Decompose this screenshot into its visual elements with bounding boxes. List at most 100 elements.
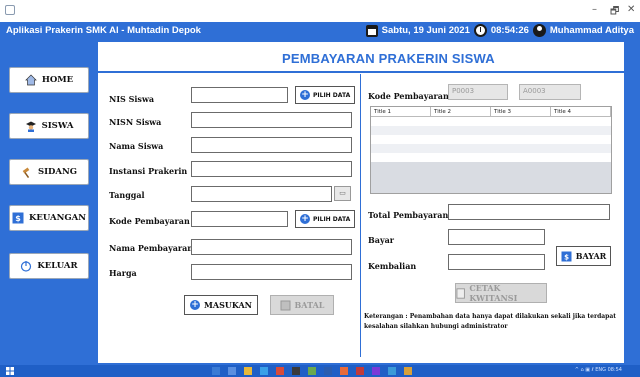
taskbar: ^ ⌂ ▣ ℓ ENG 08:54 — [0, 365, 640, 377]
folder-icon[interactable] — [244, 367, 252, 375]
app-icon-5[interactable] — [340, 367, 348, 375]
plus-icon: + — [300, 90, 310, 100]
app-icon-7[interactable] — [372, 367, 380, 375]
nama-siswa-input[interactable] — [191, 137, 352, 153]
money-icon: $ — [12, 212, 24, 224]
nis-input[interactable] — [191, 87, 288, 103]
plus-icon: + — [190, 300, 201, 310]
document-icon — [456, 287, 465, 299]
table-row[interactable] — [371, 117, 611, 126]
table-row[interactable] — [371, 144, 611, 153]
app-icon-9[interactable] — [404, 367, 412, 375]
app-icon-4[interactable] — [324, 367, 332, 375]
time-text: 08:54:26 — [490, 25, 529, 36]
kembalian-input[interactable] — [448, 254, 545, 270]
user-icon — [532, 24, 546, 37]
table-row[interactable] — [371, 153, 611, 162]
table-row[interactable] — [371, 126, 611, 135]
pilih-data-label: PILIH DATA — [313, 215, 351, 223]
title-divider — [98, 71, 624, 73]
bayar-button[interactable]: $ BAYAR — [556, 246, 611, 266]
nama-pembayaran-input[interactable] — [191, 239, 352, 255]
pilih-data-siswa-button[interactable]: + PILIH DATA — [295, 86, 356, 104]
app-icon-8[interactable] — [388, 367, 396, 375]
kode-pembayaran-right-label: Kode Pembayaran — [368, 91, 449, 101]
date-picker-button[interactable]: ▭ — [334, 186, 351, 201]
tanggal-input[interactable] — [191, 186, 332, 202]
kode-pembayaran-label: Kode Pembayaran — [109, 216, 190, 226]
nav-sidang-label: SIDANG — [37, 167, 78, 177]
batal-button[interactable]: BATAL — [270, 295, 334, 315]
harga-input[interactable] — [191, 264, 352, 280]
column-header: Title 2 — [431, 107, 491, 116]
app-icon-6[interactable] — [356, 367, 364, 375]
instansi-label: Instansi Prakerin — [109, 166, 188, 176]
nav-keluar-label: KELUAR — [37, 261, 78, 271]
bayar-label: Bayar — [368, 235, 394, 245]
cancel-icon — [280, 300, 291, 310]
user-name: Muhammad Aditya — [549, 25, 634, 36]
page-title: PEMBAYARAN PRAKERIN SISWA — [282, 51, 495, 66]
app-icon-3[interactable] — [308, 367, 316, 375]
instansi-input[interactable] — [191, 161, 352, 177]
app-icon — [5, 5, 15, 15]
nama-siswa-label: Nama Siswa — [109, 141, 164, 151]
home-icon — [24, 74, 37, 86]
bayar-button-label: BAYAR — [575, 251, 607, 261]
window-titlebar: – 🗗 ✕ — [0, 0, 640, 22]
harga-label: Harga — [109, 268, 137, 278]
nav-keuangan-label: KEUANGAN — [28, 213, 86, 223]
masukan-button[interactable]: + MASUKAN — [184, 295, 258, 315]
pilih-data-label: PILIH DATA — [313, 91, 351, 99]
svg-text:$: $ — [15, 214, 21, 223]
nav-home-button[interactable]: HOME — [9, 67, 89, 93]
cetak-kwitansi-label: CETAK KWITANSI — [469, 283, 518, 303]
maximize-button[interactable]: 🗗 — [610, 4, 619, 21]
nisn-input[interactable] — [191, 112, 352, 128]
app-title: Aplikasi Prakerin SMK Al - Muhtadin Depo… — [6, 25, 201, 36]
nisn-label: NISN Siswa — [109, 117, 162, 127]
search-icon[interactable] — [212, 367, 220, 375]
nav-siswa-button[interactable]: SISWA — [9, 113, 89, 139]
right-accent-strip — [626, 40, 640, 365]
kembalian-label: Kembalian — [368, 261, 417, 271]
cetak-kwitansi-button[interactable]: CETAK KWITANSI — [455, 283, 547, 303]
task-view-icon[interactable] — [228, 367, 236, 375]
table-row[interactable] — [371, 135, 611, 144]
nav-keuangan-button[interactable]: $ KEUANGAN — [9, 205, 89, 231]
nav-keluar-button[interactable]: KELUAR — [9, 253, 89, 279]
column-header: Title 3 — [491, 107, 551, 116]
bayar-input[interactable] — [448, 229, 545, 245]
payment-table[interactable]: Title 1 Title 2 Title 3 Title 4 — [370, 106, 612, 194]
tanggal-label: Tanggal — [109, 190, 145, 200]
batal-label: BATAL — [294, 300, 325, 310]
pilih-data-pembayaran-button[interactable]: + PILIH DATA — [295, 210, 356, 228]
calendar-icon — [365, 24, 378, 37]
power-icon — [21, 261, 32, 272]
money-icon: $ — [561, 251, 572, 261]
close-button[interactable]: ✕ — [627, 4, 635, 15]
total-pembayaran-label: Total Pembayaran — [368, 210, 449, 220]
clock-icon — [473, 24, 487, 37]
header-status: Sabtu, 19 Juni 2021 08:54:26 Muhammad Ad… — [365, 24, 634, 37]
system-tray[interactable]: ^ ⌂ ▣ ℓ ENG 08:54 — [575, 367, 622, 373]
column-header: Title 1 — [371, 107, 431, 116]
sidebar: HOME SISWA SIDANG $ KEUANGAN KELUAR — [0, 40, 96, 365]
kode-pembayaran-input[interactable] — [191, 211, 288, 227]
main-panel: PEMBAYARAN PRAKERIN SISWA NIS Siswa + PI… — [96, 40, 626, 365]
app-icon-2[interactable] — [292, 367, 300, 375]
kode-p-field: P0003 — [448, 84, 508, 100]
edge-icon[interactable] — [260, 367, 268, 375]
svg-text:$: $ — [564, 253, 569, 261]
plus-icon: + — [300, 214, 310, 224]
total-pembayaran-input[interactable] — [448, 204, 610, 220]
nav-siswa-label: SISWA — [41, 121, 74, 131]
nama-pembayaran-label: Nama Pembayaran — [109, 243, 194, 253]
minimize-button[interactable]: – — [592, 4, 597, 15]
start-icon[interactable] — [6, 367, 14, 375]
nav-sidang-button[interactable]: SIDANG — [9, 159, 89, 185]
keterangan-note: Keterangan : Penambahan data hanya dapat… — [364, 313, 617, 330]
student-icon — [25, 121, 36, 132]
app-icon-1[interactable] — [276, 367, 284, 375]
nis-label: NIS Siswa — [109, 94, 155, 104]
